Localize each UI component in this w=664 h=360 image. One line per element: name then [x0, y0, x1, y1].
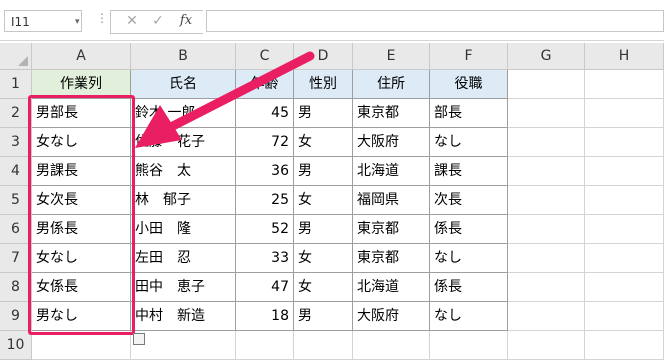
table-cell[interactable]: 25 [236, 186, 294, 215]
enter-icon[interactable]: ✓ [146, 10, 170, 32]
column-header-D[interactable]: D [294, 43, 353, 70]
cell[interactable] [585, 331, 664, 360]
cell[interactable] [585, 186, 664, 215]
column-header-B[interactable]: B [131, 43, 236, 70]
table-cell[interactable]: 33 [236, 244, 294, 273]
row-header-1[interactable]: 1 [0, 70, 32, 99]
table-cell[interactable]: 72 [236, 128, 294, 157]
cell[interactable] [430, 331, 508, 360]
highlight-box [28, 95, 135, 335]
more-options-icon[interactable]: ⋮ [96, 11, 108, 25]
cell[interactable] [32, 331, 131, 360]
table-header-cell[interactable]: 住所 [353, 70, 430, 99]
table-cell[interactable]: なし [430, 244, 508, 273]
table-header-cell[interactable]: 性別 [294, 70, 353, 99]
table-cell[interactable]: 36 [236, 157, 294, 186]
table-cell[interactable]: 東京都 [353, 244, 430, 273]
table-cell[interactable]: 左田 忍 [131, 244, 236, 273]
cell[interactable] [585, 244, 664, 273]
table-cell[interactable]: 係長 [430, 215, 508, 244]
table-cell[interactable]: 北海道 [353, 273, 430, 302]
table-cell[interactable]: 男 [294, 157, 353, 186]
name-box-value: I11 [11, 15, 30, 29]
cell[interactable] [508, 70, 585, 99]
cell[interactable] [585, 273, 664, 302]
cell[interactable] [508, 99, 585, 128]
column-header-E[interactable]: E [353, 43, 430, 70]
table-cell[interactable]: 次長 [430, 186, 508, 215]
cell[interactable] [585, 215, 664, 244]
column-header-H[interactable]: H [585, 43, 664, 70]
cell[interactable] [508, 331, 585, 360]
cell[interactable] [508, 157, 585, 186]
cell[interactable] [508, 302, 585, 331]
name-box[interactable]: I11 ▾ [4, 10, 82, 32]
cell[interactable] [236, 331, 294, 360]
row-header-10[interactable]: 10 [0, 331, 32, 360]
table-cell[interactable]: 中村 新造 [131, 302, 236, 331]
table-header-cell[interactable]: 年齢 [236, 70, 294, 99]
select-all-corner[interactable] [0, 43, 32, 70]
table-cell[interactable]: 東京都 [353, 99, 430, 128]
table-cell[interactable]: 47 [236, 273, 294, 302]
table-cell[interactable]: 男 [294, 215, 353, 244]
table-cell[interactable]: 熊谷 太 [131, 157, 236, 186]
formula-bar: I11 ▾ ⋮ ✕ ✓ fx [0, 0, 664, 41]
table-cell[interactable]: 男 [294, 99, 353, 128]
table-cell[interactable]: なし [430, 128, 508, 157]
quick-analysis-icon[interactable] [133, 333, 145, 345]
table-cell[interactable]: 大阪府 [353, 302, 430, 331]
table-cell[interactable]: 東京都 [353, 215, 430, 244]
column-header-G[interactable]: G [508, 43, 585, 70]
table-cell[interactable]: 女 [294, 186, 353, 215]
chevron-down-icon[interactable]: ▾ [75, 11, 80, 33]
table-cell[interactable]: 45 [236, 99, 294, 128]
insert-function-icon[interactable]: fx [174, 10, 198, 32]
cell[interactable] [294, 331, 353, 360]
table-cell[interactable]: 鈴木 一郎 [131, 99, 236, 128]
select-all-icon [18, 56, 28, 66]
cancel-icon[interactable]: ✕ [120, 10, 144, 32]
cell[interactable] [585, 70, 664, 99]
table-cell[interactable]: なし [430, 302, 508, 331]
table-cell[interactable]: 18 [236, 302, 294, 331]
table-cell[interactable]: 男 [294, 302, 353, 331]
column-header-C[interactable]: C [236, 43, 294, 70]
table-cell[interactable]: 係長 [430, 273, 508, 302]
table-cell[interactable]: 福岡県 [353, 186, 430, 215]
table-cell[interactable]: 佐藤 花子 [131, 128, 236, 157]
column-header-F[interactable]: F [430, 43, 508, 70]
cell[interactable] [585, 157, 664, 186]
cell[interactable] [508, 128, 585, 157]
table-cell[interactable]: 女 [294, 273, 353, 302]
cell[interactable] [585, 128, 664, 157]
table-cell[interactable]: 女 [294, 128, 353, 157]
table-cell[interactable]: 田中 恵子 [131, 273, 236, 302]
table-cell[interactable]: 小田 隆 [131, 215, 236, 244]
cell[interactable] [585, 302, 664, 331]
table-cell[interactable]: 52 [236, 215, 294, 244]
column-header-A[interactable]: A [32, 43, 131, 70]
cell[interactable] [508, 273, 585, 302]
formula-input[interactable] [206, 10, 664, 32]
cell[interactable] [585, 99, 664, 128]
table-cell[interactable]: 大阪府 [353, 128, 430, 157]
table-cell[interactable]: 部長 [430, 99, 508, 128]
cell[interactable] [353, 331, 430, 360]
table-cell[interactable]: 林 郁子 [131, 186, 236, 215]
table-header-cell[interactable]: 氏名 [131, 70, 236, 99]
cell[interactable] [508, 186, 585, 215]
cell[interactable] [508, 215, 585, 244]
table-cell[interactable]: 北海道 [353, 157, 430, 186]
table-cell[interactable]: 課長 [430, 157, 508, 186]
table-header-cell[interactable]: 役職 [430, 70, 508, 99]
cell[interactable] [508, 244, 585, 273]
table-cell[interactable]: 女 [294, 244, 353, 273]
cell[interactable] [131, 331, 236, 360]
